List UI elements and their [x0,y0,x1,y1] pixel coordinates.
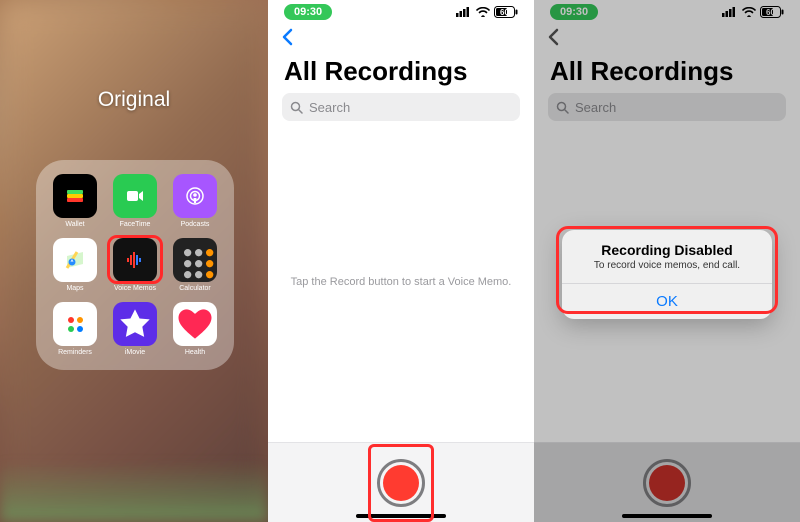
alert-dialog: Recording Disabled To record voice memos… [562,230,772,319]
app-calculator[interactable]: Calculator [170,238,220,292]
app-facetime[interactable]: FaceTime [110,174,160,228]
nav-bar [268,24,534,54]
wallet-icon [53,174,97,218]
homescreen-panel: Original Wallet FaceTime Podcasts [0,0,268,522]
app-label: Health [185,349,205,356]
app-label: Calculator [179,285,211,292]
app-reminders[interactable]: Reminders [50,302,100,356]
chevron-left-icon [280,28,294,46]
alert-ok-button[interactable]: OK [562,283,772,319]
maps-icon [53,238,97,282]
imovie-icon [113,302,157,346]
cellular-icon [456,7,472,17]
search-icon [290,101,303,114]
app-maps[interactable]: Maps [50,238,100,292]
calculator-icon [173,238,217,282]
app-label: Voice Memos [114,285,156,292]
app-folder: Wallet FaceTime Podcasts Maps [36,160,234,370]
reminders-icon [53,302,97,346]
wifi-icon [476,7,490,17]
record-bar [268,442,534,522]
app-label: Reminders [58,349,92,356]
health-icon [173,302,217,346]
record-button[interactable] [377,459,425,507]
status-icons: 60 [456,6,518,18]
voice-memos-icon [113,238,157,282]
back-button[interactable] [280,28,294,51]
app-label: Maps [66,285,83,292]
battery-icon: 60 [494,6,518,18]
app-label: FaceTime [120,221,151,228]
status-bar: 09:30 60 [268,0,534,24]
app-voice-memos[interactable]: Voice Memos [110,238,160,292]
app-label: Wallet [65,221,84,228]
home-indicator[interactable] [356,514,446,518]
alert-title: Recording Disabled [562,230,772,260]
voice-memos-alert-screen: 09:30 60 All Recordings Search Tap the R… [534,0,800,522]
folder-title: Original [0,88,268,112]
empty-hint: Tap the Record button to start a Voice M… [268,121,534,442]
record-dot-icon [383,465,419,501]
facetime-icon [113,174,157,218]
podcasts-icon [173,174,217,218]
search-placeholder: Search [309,100,350,115]
app-health[interactable]: Health [170,302,220,356]
call-time-pill[interactable]: 09:30 [284,4,332,20]
app-label: iMovie [125,349,145,356]
app-podcasts[interactable]: Podcasts [170,174,220,228]
app-label: Podcasts [181,221,210,228]
svg-text:60: 60 [500,8,509,17]
voice-memos-screen: 09:30 60 All Recordings Search Tap the R… [268,0,534,522]
alert-message: To record voice memos, end call. [562,260,772,283]
app-imovie[interactable]: iMovie [110,302,160,356]
page-title: All Recordings [268,54,534,93]
dock-blur [0,462,268,522]
search-input[interactable]: Search [282,93,520,121]
app-wallet[interactable]: Wallet [50,174,100,228]
